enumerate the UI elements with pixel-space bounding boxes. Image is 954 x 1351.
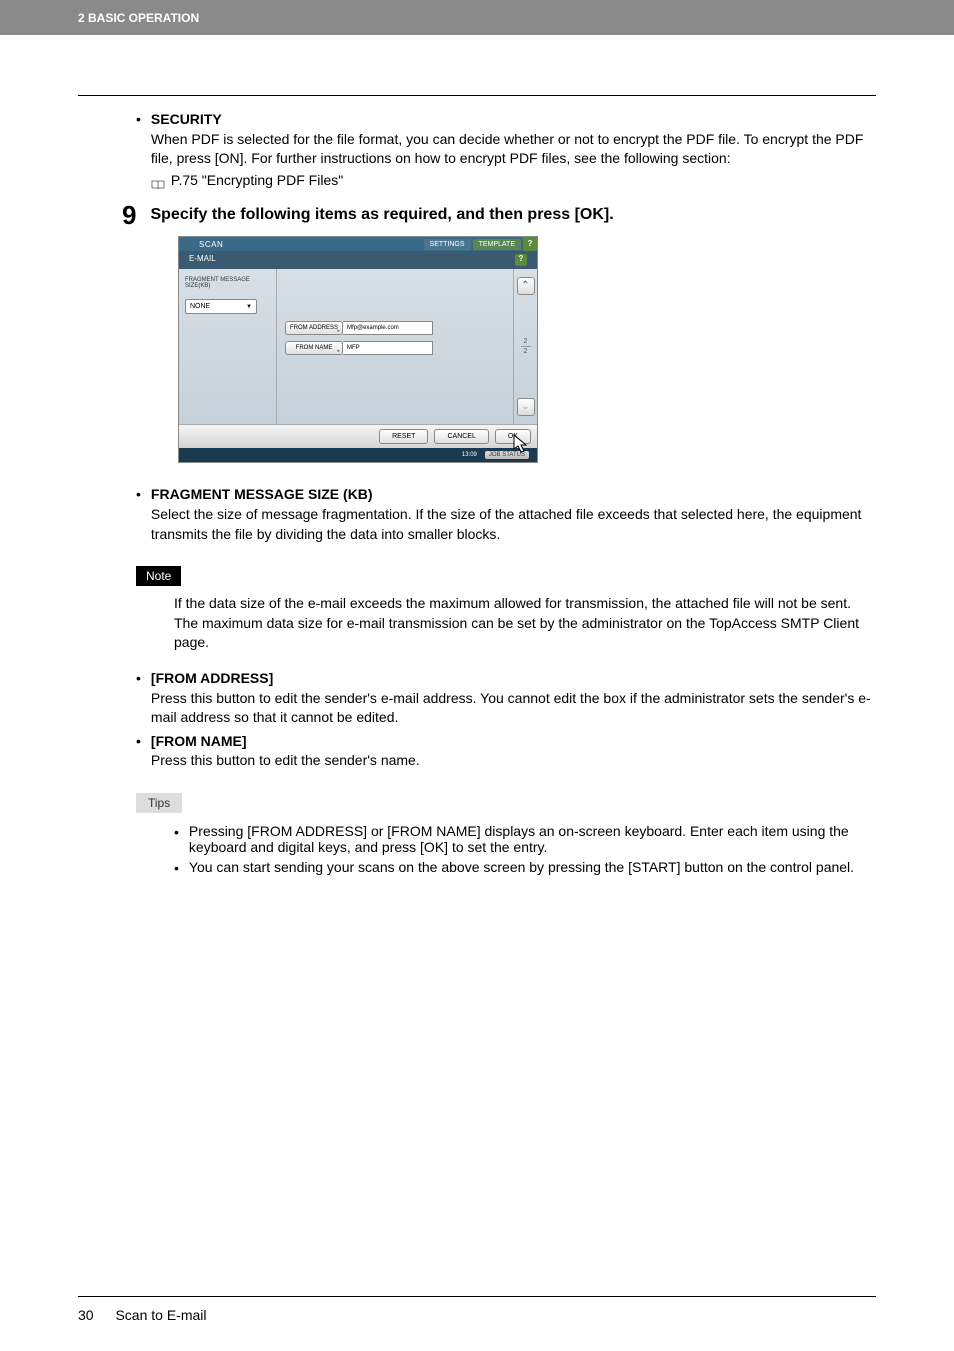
step-title: Specify the following items as required,… — [150, 202, 613, 228]
bullet-dot: • — [136, 732, 141, 771]
reset-button[interactable]: RESET — [379, 429, 428, 444]
from-address-title: [FROM ADDRESS] — [151, 670, 273, 686]
screen-header: SCAN SETTINGS TEMPLATE ? — [179, 237, 537, 251]
item-content: [FROM ADDRESS] Press this button to edit… — [151, 669, 876, 728]
scroll-down-button[interactable]: ⌄ — [517, 398, 535, 416]
bullet-item: • [FROM ADDRESS] Press this button to ed… — [136, 669, 876, 728]
chapter-title: 2 BASIC OPERATION — [78, 11, 199, 25]
top-divider — [78, 95, 876, 96]
scroll-up-button[interactable]: ⌃ — [517, 277, 535, 295]
middle-panel: FROM ADDRESS Mfp@example.com FROM NAME M… — [277, 269, 513, 424]
dropdown-value: NONE — [190, 303, 210, 310]
screen-footer: RESET CANCEL OK — [179, 424, 537, 448]
footer-text: 30 Scan to E-mail — [78, 1307, 876, 1323]
note-block: Note If the data size of the e-mail exce… — [136, 548, 876, 653]
bullet-item: • [FROM NAME] Press this button to edit … — [136, 732, 876, 771]
from-name-title: [FROM NAME] — [151, 733, 247, 749]
subheader-title: E-MAIL — [189, 254, 216, 266]
cursor-icon — [512, 433, 532, 455]
security-title: SECURITY — [151, 111, 222, 127]
tip-item: • Pressing [FROM ADDRESS] or [FROM NAME]… — [174, 823, 876, 855]
item-content: SECURITY When PDF is selected for the fi… — [151, 110, 876, 190]
bullet-dot: • — [174, 859, 179, 879]
bullet-dot: • — [174, 823, 179, 855]
tip-text: You can start sending your scans on the … — [189, 859, 854, 879]
help-icon[interactable]: ? — [523, 237, 537, 251]
tip-text: Pressing [FROM ADDRESS] or [FROM NAME] d… — [189, 823, 876, 855]
security-section: • SECURITY When PDF is selected for the … — [136, 110, 876, 190]
from-address-button[interactable]: FROM ADDRESS — [285, 321, 343, 335]
page-content: • SECURITY When PDF is selected for the … — [0, 95, 954, 879]
screen-subheader: E-MAIL ? — [179, 251, 537, 269]
page-number: 30 — [78, 1307, 94, 1323]
from-name-value: MFP — [343, 341, 433, 355]
from-address-value: Mfp@example.com — [343, 321, 433, 335]
bullet-dot: • — [136, 110, 141, 190]
fragment-section: • FRAGMENT MESSAGE SIZE (KB) Select the … — [136, 485, 876, 878]
screen: SCAN SETTINGS TEMPLATE ? E-MAIL ? FRAGME… — [178, 236, 538, 463]
screen-mode-title: SCAN — [199, 240, 223, 249]
help-icon-small[interactable]: ? — [515, 254, 527, 266]
step-number: 9 — [122, 202, 136, 228]
tips-block: Tips • Pressing [FROM ADDRESS] or [FROM … — [136, 775, 876, 879]
bullet-item: • FRAGMENT MESSAGE SIZE (KB) Select the … — [136, 485, 876, 544]
note-text: If the data size of the e-mail exceeds t… — [174, 594, 876, 653]
cancel-button[interactable]: CANCEL — [434, 429, 488, 444]
bullet-dot: • — [136, 669, 141, 728]
page-total: 2 — [524, 348, 528, 355]
status-time: 13:09 — [462, 452, 477, 458]
page-current: 2 — [524, 338, 528, 345]
security-text: When PDF is selected for the file format… — [151, 131, 864, 167]
from-name-button[interactable]: FROM NAME — [285, 341, 343, 355]
fragment-title: FRAGMENT MESSAGE SIZE (KB) — [151, 486, 373, 502]
left-panel: FRAGMENT MESSAGE SIZE(KB) NONE ▼ — [179, 269, 277, 424]
fragment-label: FRAGMENT MESSAGE SIZE(KB) — [185, 277, 270, 289]
step-9: 9 Specify the following items as require… — [122, 202, 876, 228]
book-icon — [151, 176, 165, 186]
from-name-row: FROM NAME MFP — [285, 341, 513, 355]
fragment-text: Select the size of message fragmentation… — [151, 506, 862, 542]
page-indicator: 2 2 — [521, 338, 531, 356]
crossref-text: P.75 "Encrypting PDF Files" — [171, 171, 343, 191]
from-address-text: Press this button to edit the sender's e… — [151, 690, 871, 726]
status-bar: 13:09 JOB STATUS — [179, 448, 537, 462]
tip-item: • You can start sending your scans on th… — [174, 859, 876, 879]
footer-divider — [78, 1296, 876, 1297]
page-footer: 30 Scan to E-mail — [0, 1296, 954, 1323]
footer-title: Scan to E-mail — [115, 1307, 206, 1323]
device-screenshot: SCAN SETTINGS TEMPLATE ? E-MAIL ? FRAGME… — [178, 236, 538, 463]
scroll-panel: ⌃ 2 2 ⌄ — [513, 269, 537, 424]
settings-tab[interactable]: SETTINGS — [424, 239, 471, 250]
header-right: SETTINGS TEMPLATE ? — [424, 237, 537, 251]
bullet-item: • SECURITY When PDF is selected for the … — [136, 110, 876, 190]
bullet-dot: • — [136, 485, 141, 544]
from-name-text: Press this button to edit the sender's n… — [151, 752, 420, 768]
chapter-header: 2 BASIC OPERATION — [0, 0, 954, 35]
note-label: Note — [136, 566, 181, 586]
fragment-dropdown[interactable]: NONE ▼ — [185, 299, 257, 314]
template-tab[interactable]: TEMPLATE — [473, 239, 521, 250]
crossref: P.75 "Encrypting PDF Files" — [151, 171, 876, 191]
tips-label: Tips — [136, 793, 182, 813]
item-content: FRAGMENT MESSAGE SIZE (KB) Select the si… — [151, 485, 876, 544]
from-address-row: FROM ADDRESS Mfp@example.com — [285, 321, 513, 335]
item-content: [FROM NAME] Press this button to edit th… — [151, 732, 420, 771]
chevron-down-icon: ▼ — [246, 304, 252, 310]
screen-body: FRAGMENT MESSAGE SIZE(KB) NONE ▼ FROM AD… — [179, 269, 537, 424]
